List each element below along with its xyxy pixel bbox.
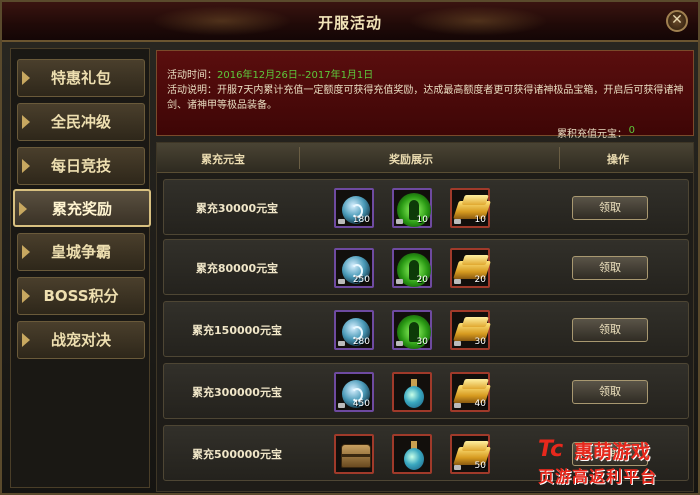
tab-arrow-icon bbox=[22, 159, 30, 173]
table-row: 累充150000元宝 280 30 30 领取 bbox=[163, 301, 689, 357]
sidebar-item-daily-arena[interactable]: 每日竞技 bbox=[17, 147, 145, 185]
sidebar-item-label: BOSS积分 bbox=[43, 287, 119, 305]
watermark-subtitle: 页游高返利平台 bbox=[538, 467, 658, 486]
tab-arrow-icon bbox=[19, 202, 27, 216]
claim-button[interactable]: 领取 bbox=[572, 256, 648, 280]
sidebar-item-label: 皇城争霸 bbox=[50, 243, 111, 261]
gold-ingot-icon[interactable]: 30 bbox=[450, 310, 491, 350]
header-action: 操作 bbox=[607, 153, 629, 166]
potion-icon[interactable] bbox=[392, 372, 432, 412]
claim-button[interactable]: 领取 bbox=[572, 318, 648, 342]
potion-icon[interactable] bbox=[392, 434, 432, 474]
watermark: Tc 惠萌游戏 页游高返利平台 bbox=[538, 435, 692, 487]
gold-ingot-icon[interactable]: 10 bbox=[450, 188, 491, 228]
table-row: 累充300000元宝 450 40 领取 bbox=[163, 363, 689, 419]
blue-orb-icon[interactable]: 280 bbox=[334, 310, 374, 350]
sidebar-item-label: 每日竞技 bbox=[50, 157, 111, 175]
tab-arrow-icon bbox=[22, 289, 30, 303]
title-bar: 开服活动 ✕ bbox=[2, 2, 698, 42]
sidebar: 特惠礼包 全民冲级 每日竞技 累充奖励 皇城争霸 BOSS积分 战宠对决 bbox=[10, 48, 151, 488]
sidebar-item-recharge-reward[interactable]: 累充奖励 bbox=[13, 189, 151, 227]
table-row: 累充80000元宝 250 20 20 领取 bbox=[163, 239, 689, 295]
window-title: 开服活动 bbox=[317, 14, 382, 32]
sidebar-item-label: 全民冲级 bbox=[50, 113, 111, 131]
sidebar-item-city-battle[interactable]: 皇城争霸 bbox=[17, 233, 145, 271]
table-row: 累充30000元宝 180 10 10 领取 bbox=[163, 179, 689, 235]
blue-orb-icon[interactable]: 180 bbox=[334, 188, 374, 228]
sidebar-item-label: 特惠礼包 bbox=[50, 69, 111, 87]
treasure-chest-icon[interactable] bbox=[334, 434, 374, 474]
sidebar-item-label: 战宠对决 bbox=[50, 331, 111, 349]
tab-arrow-icon bbox=[22, 71, 30, 85]
header-recharge: 累充元宝 bbox=[201, 153, 245, 166]
table-header: 累充元宝 奖励展示 操作 bbox=[157, 143, 693, 173]
close-icon[interactable]: ✕ bbox=[666, 10, 688, 32]
header-divider bbox=[299, 147, 300, 169]
header-divider bbox=[559, 147, 560, 169]
claim-button[interactable]: 领取 bbox=[572, 196, 648, 220]
event-time-label: 活动时间： bbox=[167, 70, 217, 81]
tab-arrow-icon bbox=[22, 115, 30, 129]
event-time-value: 2016年12月26日--2017年1月1日 bbox=[217, 70, 374, 81]
sidebar-item-pet-duel[interactable]: 战宠对决 bbox=[17, 321, 145, 359]
header-rewards: 奖励展示 bbox=[389, 153, 433, 166]
gold-ingot-icon[interactable]: 50 bbox=[450, 434, 491, 474]
green-spirit-icon[interactable]: 10 bbox=[392, 188, 432, 228]
event-info-panel: 活动时间：2016年12月26日--2017年1月1日 活动说明：开服7天内累计… bbox=[156, 50, 694, 140]
row-tier-label: 累充500000元宝 bbox=[192, 448, 282, 461]
green-spirit-icon[interactable]: 20 bbox=[392, 248, 432, 288]
green-spirit-icon[interactable]: 30 bbox=[392, 310, 432, 350]
row-tier-label: 累充30000元宝 bbox=[195, 202, 279, 215]
sidebar-item-label: 累充奖励 bbox=[51, 200, 112, 218]
event-time: 活动时间：2016年12月26日--2017年1月1日 bbox=[167, 66, 373, 81]
sidebar-item-boss-points[interactable]: BOSS积分 bbox=[17, 277, 145, 315]
sidebar-item-special-pack[interactable]: 特惠礼包 bbox=[17, 59, 145, 97]
event-description: 活动说明：开服7天内累计充值一定额度可获得充值奖励，达成最高额度者更可获得诸神极… bbox=[167, 85, 684, 111]
sidebar-item-level-up[interactable]: 全民冲级 bbox=[17, 103, 145, 141]
watermark-logo: Tc bbox=[538, 437, 564, 462]
blue-orb-icon[interactable]: 450 bbox=[334, 372, 374, 412]
watermark-title: 惠萌游戏 bbox=[574, 441, 651, 463]
row-tier-label: 累充80000元宝 bbox=[195, 262, 279, 275]
row-tier-label: 累充300000元宝 bbox=[192, 386, 282, 399]
blue-orb-icon[interactable]: 250 bbox=[334, 248, 374, 288]
claim-button[interactable]: 领取 bbox=[572, 380, 648, 404]
row-tier-label: 累充150000元宝 bbox=[192, 324, 282, 337]
gold-ingot-icon[interactable]: 40 bbox=[450, 372, 491, 412]
gold-ingot-icon[interactable]: 20 bbox=[450, 248, 491, 288]
total-recharge-label: 累积充值元宝： bbox=[557, 129, 627, 140]
total-recharge-value: 0 bbox=[628, 125, 635, 136]
tab-arrow-icon bbox=[22, 245, 30, 259]
tab-arrow-icon bbox=[22, 333, 30, 347]
event-window: 开服活动 ✕ 特惠礼包 全民冲级 每日竞技 累充奖励 皇城争霸 BOSS积分 战… bbox=[0, 0, 700, 495]
